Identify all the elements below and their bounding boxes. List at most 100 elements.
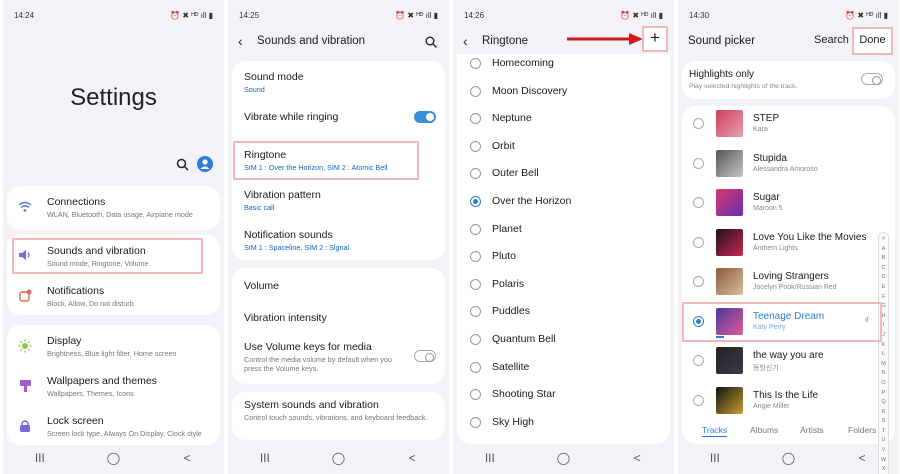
recent-apps-button[interactable]: III — [695, 451, 735, 465]
track-row[interactable]: Love You Like the Movies Anthem Lights — [682, 223, 882, 263]
ringtone-option[interactable]: Pluto — [457, 244, 670, 271]
radio-button[interactable] — [470, 223, 481, 235]
alphabet-letter[interactable]: P — [882, 389, 886, 399]
alphabet-letter[interactable]: Q — [881, 398, 885, 408]
radio-button[interactable] — [470, 251, 481, 263]
alphabet-letter[interactable]: F — [882, 293, 885, 303]
search-icon[interactable] — [425, 35, 437, 48]
tab-artists[interactable]: Artists — [800, 425, 824, 435]
track-row[interactable]: Sugar Maroon 5 — [682, 183, 882, 223]
profile-icon[interactable] — [197, 156, 213, 172]
back-button[interactable]: < — [392, 451, 432, 465]
radio-button[interactable] — [693, 276, 704, 287]
highlights-toggle[interactable] — [861, 73, 883, 85]
alphabet-letter[interactable]: N — [882, 369, 886, 379]
vibration-intensity-item[interactable]: Vibration intensity — [232, 302, 445, 334]
alphabet-letter[interactable]: L — [882, 350, 885, 360]
back-button[interactable]: < — [167, 451, 207, 465]
alphabet-index[interactable]: #ABCDEFGHIJKLMNOPQRSTUVWXYZ — [878, 232, 889, 474]
track-row[interactable]: Loving Strangers Jocelyn Pook/Russian Red — [682, 262, 882, 302]
radio-button[interactable] — [693, 197, 704, 208]
radio-button[interactable] — [693, 394, 704, 406]
alphabet-letter[interactable]: T — [882, 427, 885, 437]
sound-mode-item[interactable]: Sound mode Sound — [232, 61, 445, 99]
settings-item-lock-screen[interactable]: Lock screen Screen lock type, Always On … — [7, 407, 220, 445]
back-button[interactable]: < — [617, 451, 657, 465]
settings-item-notifications[interactable]: Notifications Block, Allow, Do not distu… — [7, 279, 220, 315]
settings-item-connections[interactable]: Connections WLAN, Bluetooth, Data usage,… — [7, 186, 220, 230]
vibrate-while-ringing-item[interactable]: Vibrate while ringing — [232, 101, 445, 133]
radio-button[interactable] — [470, 58, 481, 69]
notification-sounds-item[interactable]: Notification sounds SIM 1 : Spaceline, S… — [232, 221, 445, 260]
alphabet-letter[interactable]: E — [882, 283, 886, 293]
alphabet-letter[interactable]: O — [881, 379, 885, 389]
alphabet-letter[interactable]: A — [882, 245, 886, 255]
radio-button[interactable] — [470, 361, 481, 373]
ringtone-option[interactable]: Over the Horizon — [457, 189, 670, 216]
track-row[interactable]: the way you are 동방신기 — [682, 341, 882, 381]
radio-button[interactable] — [470, 334, 481, 345]
ringtone-option[interactable]: Sky High — [457, 410, 670, 437]
radio-button[interactable] — [470, 168, 481, 180]
tab-tracks[interactable]: Tracks — [702, 425, 728, 437]
settings-item-wallpapers[interactable]: Wallpapers and themes Wallpapers, Themes… — [7, 366, 220, 406]
radio-button[interactable] — [693, 118, 704, 129]
home-button[interactable]: ◯ — [93, 451, 133, 465]
volume-keys-toggle[interactable] — [414, 350, 436, 362]
ringtone-option[interactable]: Planet — [457, 217, 670, 244]
radio-button[interactable] — [470, 278, 481, 290]
alphabet-letter[interactable]: # — [882, 235, 885, 245]
track-row[interactable]: Stupida Alessandra Amoroso — [682, 144, 882, 184]
radio-button[interactable] — [470, 389, 481, 401]
ringtone-option[interactable]: Orbit — [457, 134, 670, 161]
alphabet-letter[interactable]: R — [882, 408, 886, 418]
alphabet-letter[interactable]: I — [883, 321, 885, 331]
ringtone-option[interactable]: Homecoming — [457, 54, 670, 78]
recent-apps-button[interactable]: III — [470, 451, 510, 465]
volume-keys-item[interactable]: Use Volume keys for media Control the me… — [232, 334, 445, 384]
track-row[interactable]: This Is the Life Angie Miller — [682, 381, 882, 421]
ringtone-option[interactable]: Neptune — [457, 106, 670, 133]
radio-button[interactable] — [470, 140, 481, 152]
radio-button[interactable] — [693, 236, 704, 248]
home-button[interactable]: ◯ — [543, 451, 583, 465]
ringtone-option[interactable]: Satellite — [457, 355, 670, 382]
radio-button[interactable] — [470, 196, 481, 207]
radio-button[interactable] — [470, 85, 481, 97]
ringtone-option[interactable]: Outer Bell — [457, 161, 670, 188]
back-arrow-icon[interactable]: ‹ — [463, 33, 468, 49]
radio-button[interactable] — [693, 355, 704, 366]
tab-albums[interactable]: Albums — [750, 425, 778, 435]
recent-apps-button[interactable]: III — [245, 451, 285, 465]
track-row[interactable]: STEP Kara — [682, 104, 882, 144]
home-button[interactable]: ◯ — [768, 451, 808, 465]
radio-button[interactable] — [470, 306, 481, 318]
ringtone-option[interactable]: Quantum Bell — [457, 327, 670, 354]
alphabet-letter[interactable]: C — [882, 264, 886, 274]
search-button[interactable]: Search — [814, 34, 849, 46]
ringtone-option[interactable]: Polaris — [457, 272, 670, 299]
ringtone-option[interactable]: Shooting Star — [457, 382, 670, 409]
alphabet-letter[interactable]: H — [882, 312, 886, 322]
back-button[interactable]: < — [842, 451, 882, 465]
system-sounds-item[interactable]: System sounds and vibration Control touc… — [232, 392, 445, 440]
recent-apps-button[interactable]: III — [20, 451, 60, 465]
alphabet-letter[interactable]: K — [882, 341, 886, 351]
alphabet-letter[interactable]: J — [882, 331, 885, 341]
alphabet-letter[interactable]: B — [882, 254, 886, 264]
tab-folders[interactable]: Folders — [848, 425, 876, 435]
home-button[interactable]: ◯ — [318, 451, 358, 465]
volume-item[interactable]: Volume — [232, 268, 445, 301]
radio-button[interactable] — [470, 416, 481, 428]
alphabet-letter[interactable]: G — [881, 302, 885, 312]
back-arrow-icon[interactable]: ‹ — [238, 33, 243, 49]
radio-button[interactable] — [693, 157, 704, 169]
ringtone-option[interactable]: Moon Discovery — [457, 79, 670, 106]
alphabet-letter[interactable]: S — [882, 417, 886, 427]
alphabet-letter[interactable]: M — [881, 360, 886, 370]
vibrate-toggle[interactable] — [414, 111, 436, 123]
ringtone-option[interactable]: Puddles — [457, 299, 670, 326]
alphabet-letter[interactable]: D — [882, 273, 886, 283]
search-icon[interactable] — [176, 158, 189, 171]
radio-button[interactable] — [470, 113, 481, 125]
